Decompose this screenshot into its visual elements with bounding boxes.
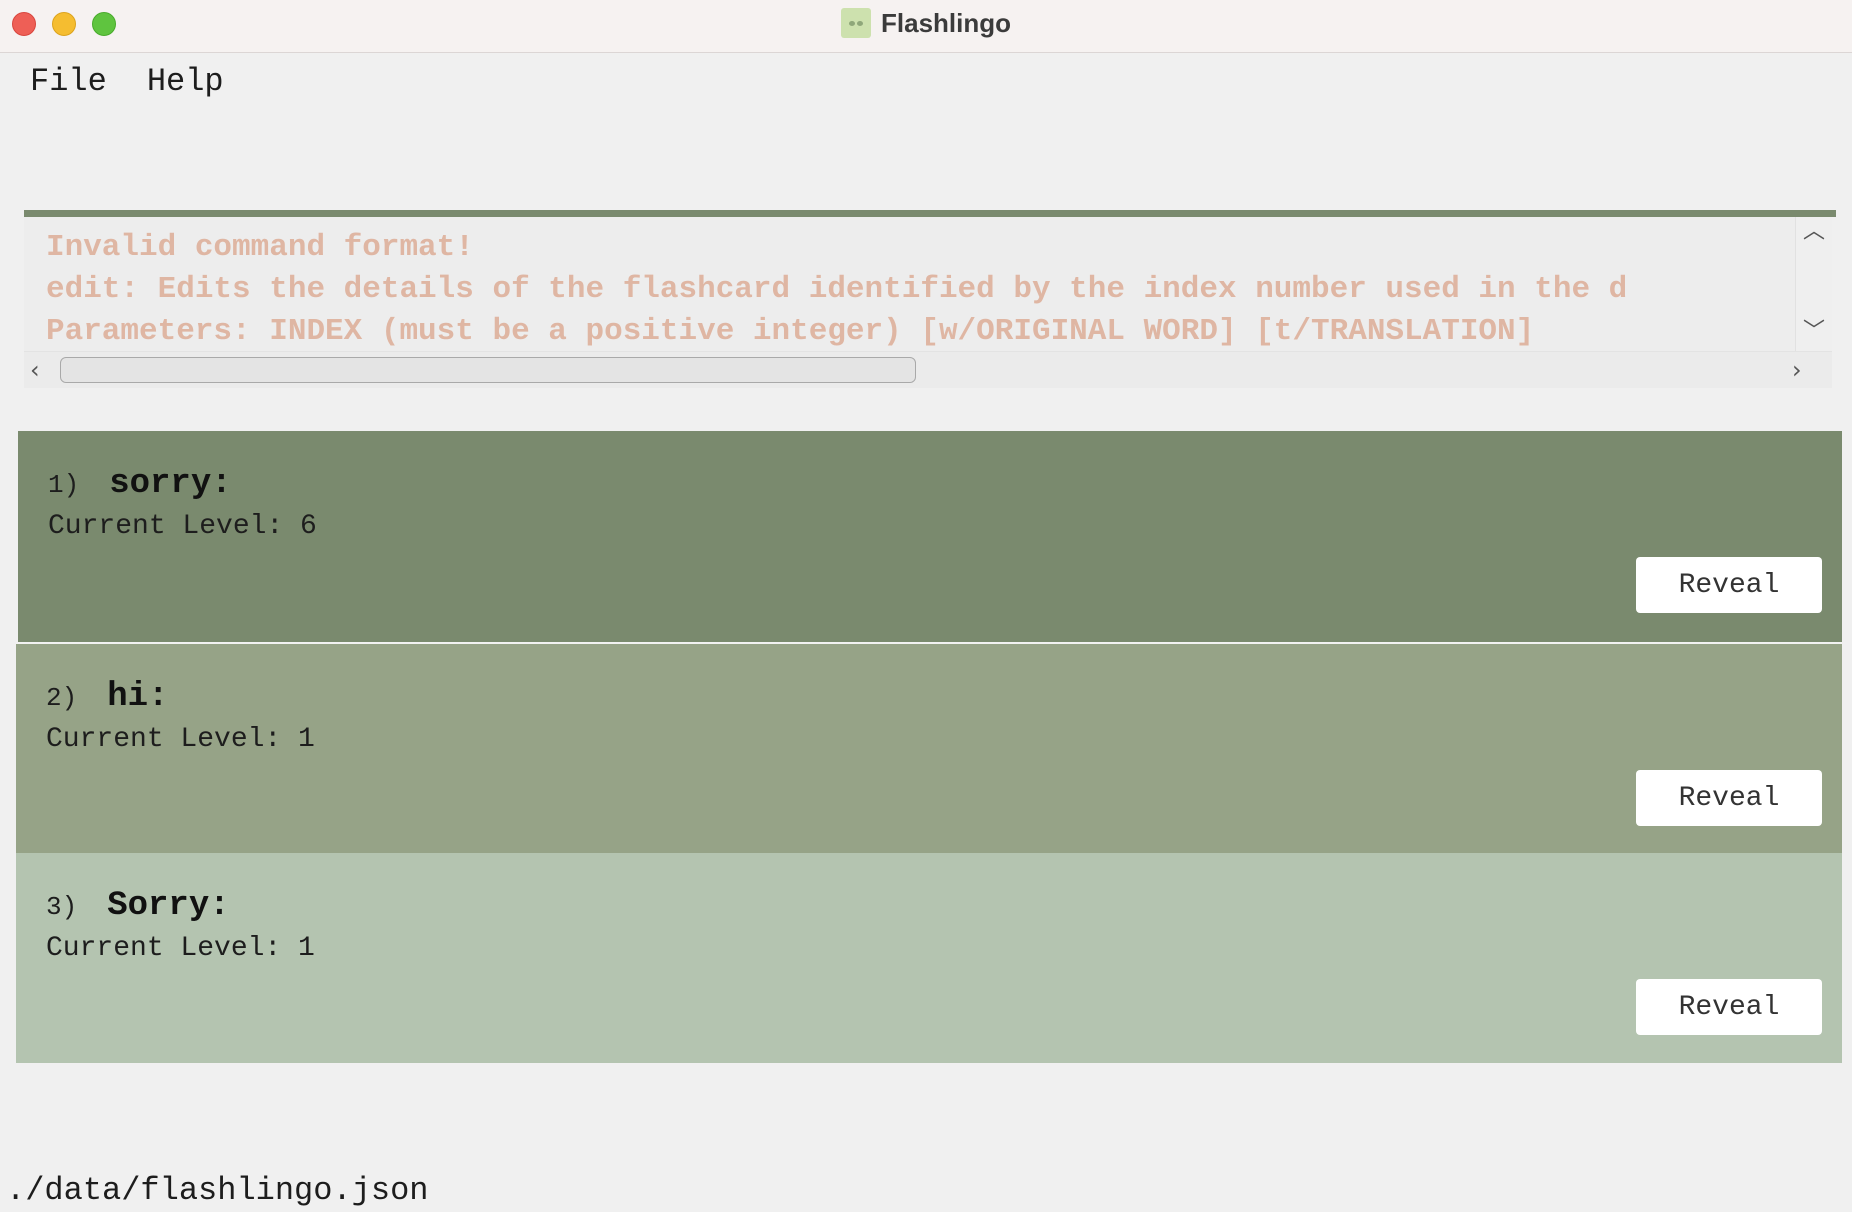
menu-help[interactable]: Help bbox=[127, 63, 244, 100]
flashcard-word: sorry: bbox=[109, 465, 232, 503]
flashlingo-app-icon bbox=[841, 8, 871, 38]
result-vertical-scrollbar[interactable]: ︿ ﹀ bbox=[1795, 217, 1832, 351]
flashcard-level: Current Level: 1 bbox=[46, 933, 315, 964]
status-bar-file-path: ./data/flashlingo.json bbox=[6, 1172, 429, 1209]
flashcard-index: 1) bbox=[48, 470, 80, 500]
flashcard-index: 3) bbox=[46, 892, 78, 922]
flashcard-word: Sorry: bbox=[107, 887, 230, 925]
reveal-button[interactable]: Reveal bbox=[1636, 557, 1822, 613]
result-horizontal-scrollbar[interactable]: ‹ › bbox=[24, 351, 1832, 388]
flashcard-word: hi: bbox=[107, 678, 169, 716]
menu-file[interactable]: File bbox=[0, 63, 127, 100]
app-window: Flashlingo File Help Invalid command for… bbox=[0, 0, 1852, 1212]
flashcard-item[interactable]: 1) sorry: Current Level: 6 Reveal bbox=[18, 431, 1842, 642]
flashcard-item[interactable]: 2) hi: Current Level: 1 Reveal bbox=[16, 642, 1842, 853]
reveal-button[interactable]: Reveal bbox=[1636, 770, 1822, 826]
scroll-right-chevron-icon[interactable]: › bbox=[1792, 358, 1802, 382]
flashcard-header: 2) hi: bbox=[46, 678, 168, 716]
horizontal-scroll-thumb[interactable] bbox=[60, 357, 916, 383]
window-title: Flashlingo bbox=[881, 7, 1011, 38]
flashcard-item[interactable]: 3) Sorry: Current Level: 1 Reveal bbox=[16, 853, 1842, 1063]
flashcard-level: Current Level: 6 bbox=[48, 511, 317, 542]
flashcard-header: 3) Sorry: bbox=[46, 887, 230, 925]
flashcard-level: Current Level: 1 bbox=[46, 724, 315, 755]
scroll-up-chevron-icon[interactable]: ︿ bbox=[1803, 221, 1825, 243]
scroll-left-chevron-icon[interactable]: ‹ bbox=[30, 358, 40, 382]
app-icon-right-eye bbox=[857, 21, 863, 26]
result-line-1: Invalid command format! bbox=[46, 230, 474, 265]
result-display[interactable]: Invalid command format! edit: Edits the d… bbox=[24, 217, 1832, 388]
result-display-border bbox=[24, 210, 1836, 217]
title-bar: Flashlingo bbox=[0, 0, 1852, 53]
flashcard-header: 1) sorry: bbox=[48, 465, 232, 503]
window-title-group: Flashlingo bbox=[0, 0, 1852, 46]
result-display-text: Invalid command format! edit: Edits the d… bbox=[46, 227, 1816, 367]
menu-bar: File Help bbox=[0, 56, 244, 106]
flashcard-index: 2) bbox=[46, 683, 78, 713]
result-line-2: edit: Edits the details of the flashcard… bbox=[46, 272, 1628, 307]
app-icon-left-eye bbox=[849, 21, 855, 26]
result-line-3: Parameters: INDEX (must be a positive in… bbox=[46, 314, 1535, 349]
scroll-down-chevron-icon[interactable]: ﹀ bbox=[1803, 321, 1825, 343]
flashcard-list[interactable]: 1) sorry: Current Level: 6 Reveal 2) hi:… bbox=[16, 431, 1844, 1063]
reveal-button[interactable]: Reveal bbox=[1636, 979, 1822, 1035]
